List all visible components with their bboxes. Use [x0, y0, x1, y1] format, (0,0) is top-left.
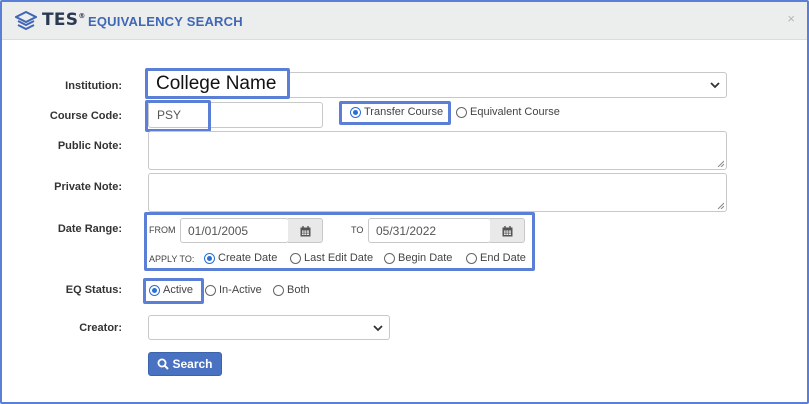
- stack-logo-icon: [15, 11, 37, 31]
- from-date-value: 01/01/2005: [188, 224, 249, 238]
- apply-to-last-edit-date[interactable]: Last Edit Date: [290, 252, 373, 264]
- radio-both[interactable]: [273, 284, 284, 296]
- calendar-icon: [502, 226, 513, 237]
- eq-status-active[interactable]: Active: [149, 284, 193, 296]
- public-note-label: Public Note:: [57, 140, 122, 152]
- radio-create-date[interactable]: [204, 252, 215, 264]
- creator-select[interactable]: [148, 315, 390, 340]
- dialog-title: EQUIVALENCY SEARCH: [88, 14, 243, 29]
- private-note-textarea[interactable]: [148, 173, 727, 212]
- equivalent-course-label: Equivalent Course: [470, 106, 560, 118]
- radio-transfer-course[interactable]: [350, 106, 361, 118]
- radio-begin-date[interactable]: [384, 252, 395, 264]
- both-label: Both: [287, 284, 310, 296]
- private-note-label: Private Note:: [54, 181, 122, 193]
- dialog-header: TES® EQUIVALENCY SEARCH ×: [2, 2, 807, 40]
- resize-handle-icon[interactable]: [717, 160, 724, 167]
- eq-status-inactive[interactable]: In-Active: [205, 284, 262, 296]
- date-range-label: Date Range:: [57, 223, 122, 235]
- apply-to-create-date[interactable]: Create Date: [204, 252, 277, 264]
- course-code-value: PSY: [157, 108, 182, 122]
- search-icon: [157, 358, 170, 370]
- transfer-course-label: Transfer Course: [364, 106, 444, 118]
- chevron-down-icon: [373, 325, 383, 332]
- to-calendar-button[interactable]: [490, 218, 525, 243]
- begin-date-label: Begin Date: [398, 252, 453, 264]
- radio-end-date[interactable]: [466, 252, 477, 264]
- radio-last-edit-date[interactable]: [290, 252, 301, 264]
- resize-handle-icon[interactable]: [717, 202, 724, 209]
- radio-equivalent-course[interactable]: [456, 106, 467, 118]
- search-button-label: Search: [172, 357, 213, 371]
- radio-active[interactable]: [149, 284, 160, 296]
- from-calendar-button[interactable]: [288, 218, 323, 243]
- brand-logo: TES®: [42, 10, 86, 30]
- to-label: TO: [351, 225, 364, 235]
- course-type-transfer[interactable]: Transfer Course: [350, 106, 443, 118]
- chevron-down-icon: [710, 82, 720, 89]
- from-label: FROM: [149, 225, 176, 235]
- close-icon[interactable]: ×: [787, 11, 795, 26]
- create-date-label: Create Date: [218, 252, 278, 264]
- to-date-value: 05/31/2022: [376, 224, 437, 238]
- apply-to-label: APPLY TO:: [149, 254, 195, 264]
- end-date-label: End Date: [480, 252, 526, 264]
- creator-label: Creator:: [79, 322, 122, 334]
- eq-status-both[interactable]: Both: [273, 284, 310, 296]
- apply-to-begin-date[interactable]: Begin Date: [384, 252, 452, 264]
- radio-inactive[interactable]: [205, 284, 216, 296]
- last-edit-date-label: Last Edit Date: [304, 252, 374, 264]
- active-label: Active: [163, 284, 193, 296]
- inactive-label: In-Active: [219, 284, 262, 296]
- public-note-textarea[interactable]: [148, 131, 727, 170]
- institution-label: Institution:: [65, 80, 122, 92]
- calendar-icon: [300, 226, 311, 237]
- institution-selected-value: College Name: [156, 73, 277, 94]
- course-code-label: Course Code:: [49, 110, 122, 122]
- course-type-equivalent[interactable]: Equivalent Course: [456, 106, 560, 118]
- search-button[interactable]: Search: [148, 352, 222, 376]
- eq-status-label: EQ Status:: [65, 284, 122, 296]
- apply-to-end-date[interactable]: End Date: [466, 252, 526, 264]
